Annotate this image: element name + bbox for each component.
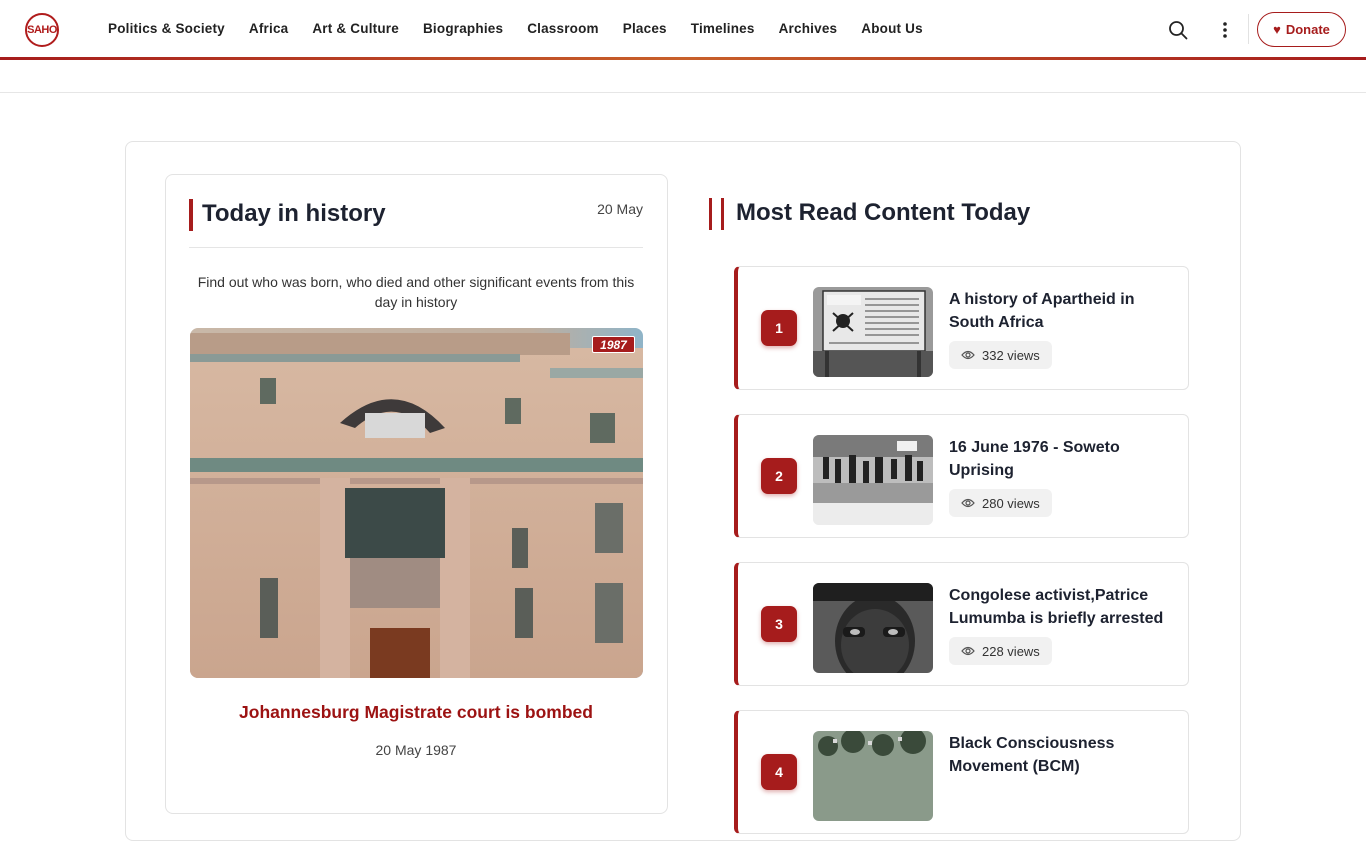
most-read-item[interactable]: 1 A history of Apartheid in South Africa…: [734, 266, 1189, 390]
views-count: 228 views: [982, 643, 1040, 659]
nav-africa[interactable]: Africa: [237, 21, 300, 36]
section-accent-bar: [721, 198, 724, 230]
most-read-item[interactable]: 3 Congolese activist,Patrice Lumumba is …: [734, 562, 1189, 686]
article-thumbnail[interactable]: [813, 583, 933, 673]
site-header: SAHO Politics & Society Africa Art & Cul…: [0, 0, 1366, 59]
header-divider: [1248, 14, 1249, 44]
nav-archives[interactable]: Archives: [767, 21, 850, 36]
article-title[interactable]: Congolese activist,Patrice Lumumba is br…: [949, 584, 1179, 630]
views-badge: 280 views: [949, 489, 1052, 517]
nav-biographies[interactable]: Biographies: [411, 21, 515, 36]
today-divider: [189, 247, 643, 248]
nav-places[interactable]: Places: [611, 21, 679, 36]
nav-about-us[interactable]: About Us: [849, 21, 935, 36]
eye-icon: [961, 496, 975, 511]
rank-badge: 4: [761, 754, 797, 790]
article-thumbnail[interactable]: [813, 287, 933, 377]
search-icon[interactable]: [1166, 18, 1190, 42]
eye-icon: [961, 348, 975, 363]
donate-label: Donate: [1285, 22, 1330, 37]
today-date: 20 May: [597, 201, 643, 217]
nav-art-culture[interactable]: Art & Culture: [300, 21, 411, 36]
views-count: 280 views: [982, 495, 1040, 511]
most-read-title: Most Read Content Today: [736, 199, 1031, 226]
year-badge: 1987: [592, 336, 635, 353]
rank-badge: 3: [761, 606, 797, 642]
event-image[interactable]: [190, 328, 643, 678]
nav-classroom[interactable]: Classroom: [515, 21, 611, 36]
nav-timelines[interactable]: Timelines: [679, 21, 767, 36]
heart-icon: ♥: [1273, 22, 1281, 37]
donate-button[interactable]: ♥ Donate: [1257, 12, 1346, 47]
article-title[interactable]: Black Consciousness Movement (BCM): [949, 732, 1179, 778]
section-accent-bar: [709, 198, 712, 230]
eye-icon: [961, 644, 975, 659]
today-description: Find out who was born, who died and othe…: [197, 274, 635, 310]
main-nav: Politics & Society Africa Art & Culture …: [96, 0, 935, 57]
rank-badge: 1: [761, 310, 797, 346]
views-count: 332 views: [982, 347, 1040, 363]
most-read-item[interactable]: 2 16 June 1976 - Soweto Uprising 280 vie…: [734, 414, 1189, 538]
views-badge: 332 views: [949, 341, 1052, 369]
saho-logo[interactable]: SAHO: [25, 13, 59, 47]
article-title[interactable]: 16 June 1976 - Soweto Uprising: [949, 436, 1179, 482]
event-title-link[interactable]: Johannesburg Magistrate court is bombed: [189, 702, 643, 723]
today-title: Today in history: [202, 200, 386, 227]
section-accent-bar: [189, 199, 193, 231]
nav-politics-society[interactable]: Politics & Society: [96, 21, 237, 36]
most-read-item[interactable]: 4 Black Consciousness Movement (BCM): [734, 710, 1189, 834]
views-badge: 228 views: [949, 637, 1052, 665]
header-accent-bar: [0, 57, 1366, 60]
event-date: 20 May 1987: [375, 742, 457, 758]
article-thumbnail[interactable]: [813, 731, 933, 821]
more-vertical-icon[interactable]: [1215, 18, 1235, 42]
article-title[interactable]: A history of Apartheid in South Africa: [949, 288, 1179, 334]
rank-badge: 2: [761, 458, 797, 494]
section-divider: [0, 92, 1366, 93]
logo-text: SAHO: [27, 24, 57, 36]
article-thumbnail[interactable]: [813, 435, 933, 525]
